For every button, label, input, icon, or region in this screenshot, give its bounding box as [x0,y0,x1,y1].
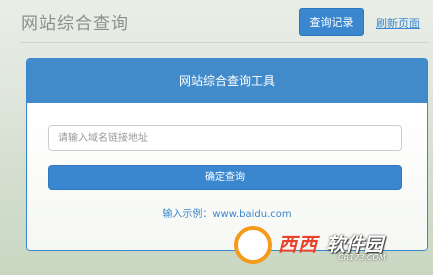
watermark-c-icon [234,226,272,264]
confirm-query-button[interactable]: 确定查询 [48,165,402,190]
refresh-page-link[interactable]: 刷新页面 [376,15,420,31]
watermark-url: CR173.COM [338,253,386,262]
input-example-text: 输入示例：www.baidu.com [162,209,292,220]
panel-title: 网站综合查询工具 [27,59,427,103]
query-tool-panel: 网站综合查询工具 确定查询 输入示例：www.baidu.com [26,58,428,251]
header-divider [20,42,429,43]
watermark-logo: 西西 软件园 CR173.COM [234,226,414,266]
query-history-button[interactable]: 查询记录 [299,8,364,36]
domain-url-input[interactable] [48,125,402,151]
site-title: 网站综合查询 [21,14,129,34]
watermark-brand-xi: 西西 [278,234,319,256]
page-header: 网站综合查询 查询记录 刷新页面 [0,0,433,42]
